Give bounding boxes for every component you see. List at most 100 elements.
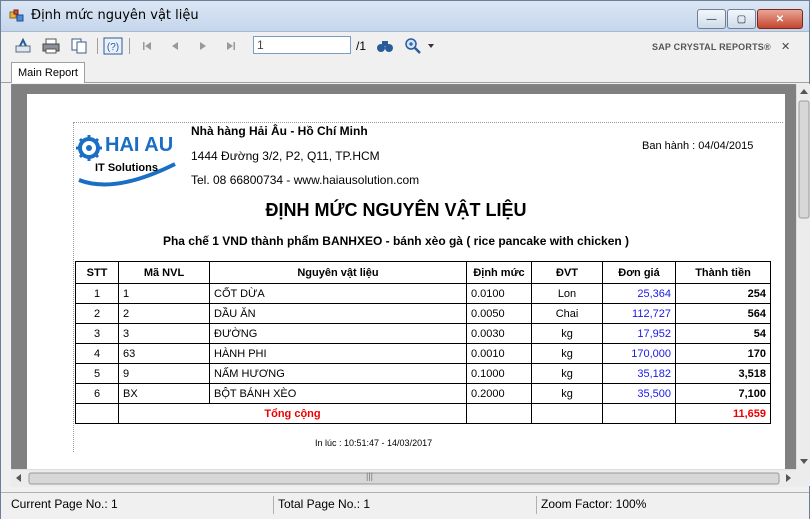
- table-cell: 35,182: [602, 363, 676, 384]
- total-spacer: [466, 403, 532, 424]
- table-cell: 4: [75, 343, 119, 364]
- table-cell: kg: [531, 383, 603, 404]
- table-cell: kg: [531, 343, 603, 364]
- table-cell: 25,364: [602, 283, 676, 304]
- table-cell: 0.2000: [466, 383, 532, 404]
- report-viewer[interactable]: HAI AU IT Solutions Nhà hàng Hải Âu - Hồ…: [11, 84, 798, 471]
- table-cell: 3: [118, 323, 210, 344]
- find-icon[interactable]: [375, 36, 395, 56]
- table-cell: kg: [531, 323, 603, 344]
- window-controls: — ▢ ✕: [697, 9, 803, 29]
- table-cell: 0.0010: [466, 343, 532, 364]
- total-value: 11,659: [675, 403, 771, 424]
- column-header: Thành tiền: [675, 261, 771, 284]
- next-page-icon[interactable]: [193, 36, 213, 56]
- tab-main-report[interactable]: Main Report: [11, 62, 85, 83]
- first-page-icon[interactable]: [137, 36, 157, 56]
- maximize-button[interactable]: ▢: [727, 9, 756, 29]
- report-toolbar: (?) 1 /1 SAP CRYSTAL REPORTS® ✕: [1, 32, 809, 60]
- report-page: HAI AU IT Solutions Nhà hàng Hải Âu - Hồ…: [27, 94, 785, 470]
- table-cell: 3,518: [675, 363, 771, 384]
- table-cell: 9: [118, 363, 210, 384]
- logo-text: HAI AU: [105, 134, 174, 156]
- total-label: Tổng cộng: [118, 403, 467, 424]
- table-cell: 35,500: [602, 383, 676, 404]
- last-page-icon[interactable]: [221, 36, 241, 56]
- tab-strip: Main Report: [1, 60, 809, 83]
- table-cell: CỐT DỪA: [209, 283, 467, 304]
- column-header: Mã NVL: [118, 261, 210, 284]
- column-header: STT: [75, 261, 119, 284]
- company-name: Nhà hàng Hải Âu - Hồ Chí Minh: [191, 124, 368, 138]
- table-cell: 2: [118, 303, 210, 324]
- issued-date: Ban hành : 04/04/2015: [642, 140, 754, 152]
- table-cell: HÀNH PHI: [209, 343, 467, 364]
- close-report-icon[interactable]: ✕: [781, 40, 790, 53]
- window-title: Định mức nguyên vật liệu: [31, 8, 199, 23]
- copy-icon[interactable]: [69, 36, 89, 56]
- table-cell: 3: [75, 323, 119, 344]
- table-cell: DẦU ĂN: [209, 303, 467, 324]
- total-page-status: Total Page No.: 1: [278, 497, 371, 511]
- toolbar-separator: [129, 38, 130, 54]
- page-total: /1: [356, 39, 367, 53]
- title-bar: Định mức nguyên vật liệu — ▢ ✕: [1, 1, 809, 32]
- table-cell: 170,000: [602, 343, 676, 364]
- company-address: 1444 Đường 3/2, P2, Q11, TP.HCM: [191, 149, 380, 163]
- toggle-group-tree-icon[interactable]: (?): [103, 36, 123, 56]
- table-cell: 254: [675, 283, 771, 304]
- printed-time: In lúc : 10:51:47 - 14/03/2017: [315, 438, 433, 448]
- table-cell: 112,727: [602, 303, 676, 324]
- status-bar: Current Page No.: 1 Total Page No.: 1 Zo…: [1, 492, 809, 519]
- column-header: ĐVT: [531, 261, 603, 284]
- company-logo: HAI AU IT Solutions: [75, 124, 179, 192]
- column-header: Nguyên vật liệu: [209, 261, 467, 284]
- total-spacer: [602, 403, 676, 424]
- svg-text:(?): (?): [107, 42, 119, 53]
- table-cell: 63: [118, 343, 210, 364]
- app-window: Định mức nguyên vật liệu — ▢ ✕ (?) 1 /1: [0, 0, 810, 519]
- table-header-row: STT Mã NVL Nguyên vật liệu Định mức ĐVT …: [75, 261, 771, 284]
- table-row: 2 2 DẦU ĂN 0.0050 Chai 112,727 564: [75, 303, 771, 324]
- table-cell: kg: [531, 363, 603, 384]
- column-header: Đơn giá: [602, 261, 676, 284]
- table-cell: BỘT BÁNH XÈO: [209, 383, 467, 404]
- table-row: 1 1 CỐT DỪA 0.0100 Lon 25,364 254: [75, 283, 771, 304]
- table-cell: 0.0050: [466, 303, 532, 324]
- table-cell: 5: [75, 363, 119, 384]
- table-cell: 0.0100: [466, 283, 532, 304]
- table-cell: 1: [75, 283, 119, 304]
- status-separator: [536, 496, 537, 514]
- table-cell: Chai: [531, 303, 603, 324]
- table-cell: BX: [118, 383, 210, 404]
- toolbar-separator: [97, 38, 98, 54]
- page-guide-top: [73, 122, 783, 124]
- print-icon[interactable]: [41, 36, 61, 56]
- status-separator: [273, 496, 274, 514]
- table-cell: 170: [675, 343, 771, 364]
- export-icon[interactable]: [13, 36, 33, 56]
- table-row: 4 63 HÀNH PHI 0.0010 kg 170,000 170: [75, 343, 771, 364]
- zoom-status: Zoom Factor: 100%: [541, 497, 647, 511]
- minimize-button[interactable]: —: [697, 9, 726, 29]
- table-cell: 54: [675, 323, 771, 344]
- table-cell: 0.0030: [466, 323, 532, 344]
- page-number-input[interactable]: 1: [253, 36, 351, 54]
- company-contact: Tel. 08 66800734 - www.haiausolution.com: [191, 173, 420, 187]
- logo-subtext: IT Solutions: [95, 162, 158, 174]
- previous-page-icon[interactable]: [165, 36, 185, 56]
- zoom-icon[interactable]: [403, 36, 423, 56]
- table-row: 3 3 ĐƯỜNG 0.0030 kg 17,952 54: [75, 323, 771, 344]
- vertical-scrollbar[interactable]: [796, 84, 810, 469]
- close-button[interactable]: ✕: [757, 9, 803, 29]
- maximize-icon: ▢: [736, 13, 747, 25]
- table-cell: 0.1000: [466, 363, 532, 384]
- table-cell: Lon: [531, 283, 603, 304]
- app-icon: [9, 9, 25, 23]
- horizontal-scrollbar[interactable]: |||: [11, 469, 796, 487]
- table-cell: 17,952: [602, 323, 676, 344]
- zoom-dropdown-icon[interactable]: [421, 36, 441, 56]
- scroll-corner: [796, 469, 810, 486]
- total-row: Tổng cộng 11,659: [75, 403, 771, 424]
- minimize-icon: —: [706, 13, 717, 25]
